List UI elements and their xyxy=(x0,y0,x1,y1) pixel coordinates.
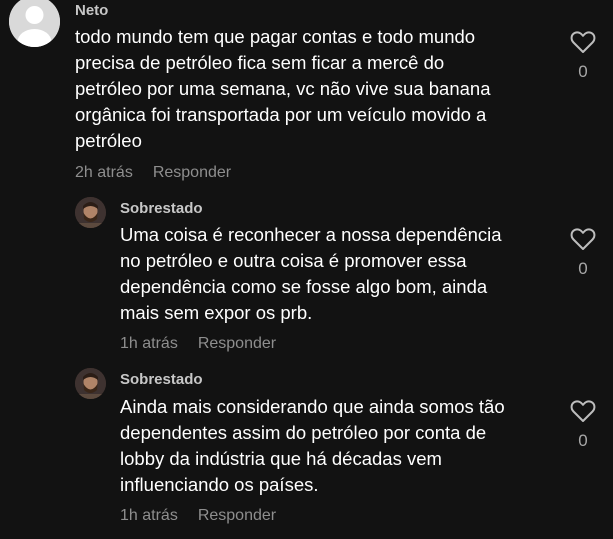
comment-time: 1h atrás xyxy=(120,507,178,524)
like-count: 0 xyxy=(578,431,588,450)
like-count: 0 xyxy=(578,62,588,81)
heart-outline-icon xyxy=(570,31,596,53)
like-button[interactable]: 0 xyxy=(569,399,597,451)
like-count: 0 xyxy=(578,259,588,278)
comment-username[interactable]: Sobrestado xyxy=(120,200,203,217)
comment-time: 2h atrás xyxy=(75,164,133,181)
heart-outline-icon xyxy=(570,228,596,250)
heart-outline-icon xyxy=(570,400,596,422)
comment-username[interactable]: Neto xyxy=(75,2,108,19)
reply-comment: Sobrestado Ainda mais considerando que a… xyxy=(0,367,613,539)
like-button[interactable]: 0 xyxy=(569,227,597,279)
comment-text: Uma coisa é reconhecer a nossa dependênc… xyxy=(120,224,502,323)
comment: Neto todo mundo tem que pagar contas e t… xyxy=(0,0,613,195)
reply-comment: Sobrestado Uma coisa é reconhecer a noss… xyxy=(0,196,613,366)
comment-time: 1h atrás xyxy=(120,335,178,352)
comment-text: todo mundo tem que pagar contas e todo m… xyxy=(75,26,491,151)
avatar[interactable] xyxy=(75,368,106,399)
comment-text: Ainda mais considerando que ainda somos … xyxy=(120,396,505,495)
avatar[interactable] xyxy=(75,197,106,228)
comment-username[interactable]: Sobrestado xyxy=(120,371,203,388)
comment-meta: 2h atrás Responder xyxy=(75,164,231,182)
reply-button[interactable]: Responder xyxy=(198,507,276,525)
avatar[interactable] xyxy=(9,0,60,47)
reply-button[interactable]: Responder xyxy=(198,335,276,353)
reply-button[interactable]: Responder xyxy=(153,164,231,182)
comment-meta: 1h atrás Responder xyxy=(120,335,276,353)
comment-thread: Neto todo mundo tem que pagar contas e t… xyxy=(0,0,613,539)
comment-meta: 1h atrás Responder xyxy=(120,507,276,525)
like-button[interactable]: 0 xyxy=(569,30,597,82)
